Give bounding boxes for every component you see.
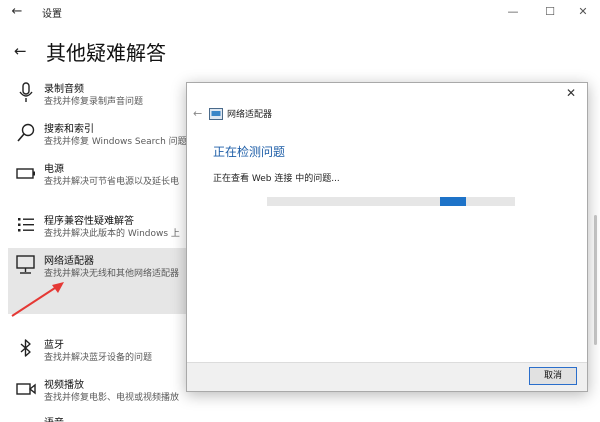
video-icon — [16, 383, 36, 395]
tool-desc: 查找并修复录制声音问题 — [44, 97, 144, 107]
tool-desc: 查找并解决此版本的 Windows 上 — [44, 229, 180, 239]
dialog-title: 网络适配器 — [227, 110, 273, 120]
app-title: 设置 — [42, 9, 62, 20]
tool-name: 视频播放 — [44, 380, 84, 391]
dialog-close-button[interactable]: ✕ — [563, 85, 579, 101]
tool-name: 程序兼容性疑难解答 — [44, 216, 134, 227]
tool-desc: 查找并解决可节省电源以及延长电 — [44, 177, 180, 187]
troubleshooter-bluetooth[interactable]: 蓝牙 查找并解决蓝牙设备的问题 — [8, 332, 186, 376]
bluetooth-icon — [20, 339, 31, 357]
page-heading: ← 其他疑难解答 — [14, 36, 166, 66]
microphone-icon — [19, 82, 33, 102]
tool-name: 蓝牙 — [44, 340, 64, 351]
page-back-button[interactable]: ← — [14, 42, 36, 60]
search-icon — [17, 123, 35, 142]
cancel-button[interactable]: 取消 — [529, 367, 577, 385]
progress-indicator — [440, 197, 466, 206]
network-adapter-dialog: ✕ ← 网络适配器 正在检测问题 正在查看 Web 连接 中的问题... 取消 — [186, 82, 588, 392]
network-adapter-icon — [16, 255, 35, 274]
maximize-button[interactable]: ☐ — [533, 2, 567, 22]
tool-desc: 查找并修复 Windows Search 问题 — [44, 137, 186, 147]
dialog-footer: 取消 — [187, 362, 587, 391]
scrollbar[interactable] — [594, 215, 597, 345]
settings-titlebar: ← 设置 — ☐ ✕ — [0, 0, 600, 24]
dialog-back-button[interactable]: ← — [193, 107, 202, 120]
page-title: 其他疑难解答 — [46, 40, 166, 65]
troubleshooter-power[interactable]: 电源 查找并解决可节省电源以及延长电 — [8, 156, 186, 200]
troubleshooter-program-compatibility[interactable]: 程序兼容性疑难解答 查找并解决此版本的 Windows 上 — [8, 208, 186, 252]
close-window-button[interactable]: ✕ — [566, 2, 600, 22]
dialog-status: 正在查看 Web 连接 中的问题... — [213, 174, 340, 184]
troubleshooter-record-audio[interactable]: 录制音频 查找并修复录制声音问题 — [8, 76, 186, 120]
minimize-button[interactable]: — — [496, 2, 530, 22]
tool-name: 搜索和索引 — [44, 124, 94, 135]
tool-name: 语音 — [44, 414, 64, 422]
titlebar-back-button[interactable]: ← — [8, 3, 26, 21]
tool-name: 网络适配器 — [44, 256, 94, 267]
tool-desc: 查找并解决蓝牙设备的问题 — [44, 353, 153, 363]
tool-desc: 查找并修复电影、电视或视频播放 — [44, 393, 180, 403]
battery-icon — [16, 168, 35, 179]
tool-name: 电源 — [44, 164, 64, 175]
troubleshooter-speech[interactable]: 语音 — [8, 410, 186, 422]
progress-bar — [267, 197, 515, 206]
tool-name: 录制音频 — [44, 84, 84, 95]
list-icon — [18, 218, 34, 232]
red-pointer-arrow — [11, 282, 64, 317]
dialog-heading: 正在检测问题 — [213, 145, 286, 159]
troubleshooter-search-indexing[interactable]: 搜索和索引 查找并修复 Windows Search 问题 — [8, 116, 186, 160]
troubleshooter-icon — [209, 108, 223, 120]
